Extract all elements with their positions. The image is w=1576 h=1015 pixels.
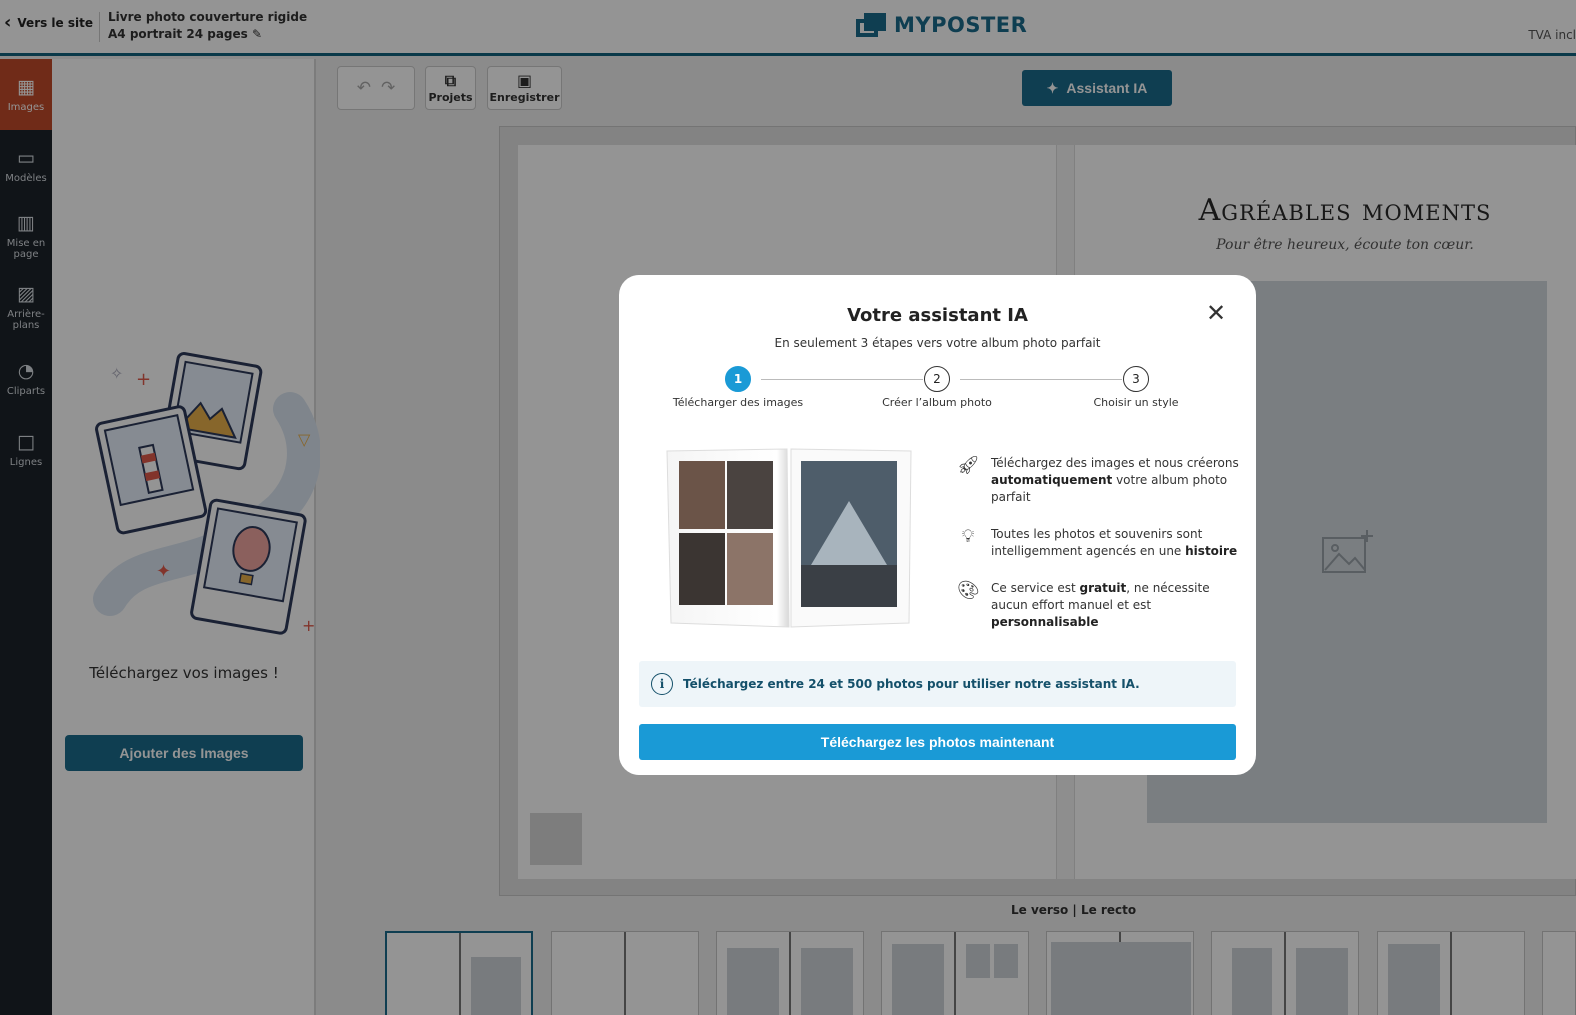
step-1-indicator: 1	[725, 366, 751, 392]
step-3-indicator: 3	[1123, 366, 1149, 392]
close-icon[interactable]: ✕	[1205, 302, 1227, 326]
step-1-label: Télécharger des images	[672, 396, 804, 409]
modal-title: Votre assistant IA	[847, 305, 1028, 326]
info-icon: i	[651, 673, 673, 695]
photo-count-info: i Téléchargez entre 24 et 500 photos pou…	[639, 661, 1236, 707]
step-2-indicator: 2	[924, 366, 950, 392]
step-2-label: Créer l’album photo	[882, 396, 992, 409]
step-connector	[960, 379, 1122, 380]
rocket-icon: 🚀︎	[957, 455, 980, 476]
feature-free: 🎨︎ Ce service est gratuit, ne nécessite …	[957, 580, 1210, 629]
step-3-label: Choisir un style	[1093, 396, 1179, 409]
lightbulb-icon: 💡︎	[961, 526, 975, 547]
ai-assistant-modal: Votre assistant IA En seulement 3 étapes…	[619, 275, 1256, 775]
palette-icon: 🎨︎	[957, 580, 980, 601]
photo-book-illustration	[666, 448, 912, 628]
feature-automatic: 🚀︎ Téléchargez des images et nous créero…	[957, 455, 1239, 504]
feature-story: 💡︎ Toutes les photos et souvenirs sont i…	[957, 526, 1247, 560]
upload-photos-now-button[interactable]: Téléchargez les photos maintenant	[639, 724, 1236, 760]
step-connector	[761, 379, 923, 380]
modal-subtitle: En seulement 3 étapes vers votre album p…	[774, 336, 1101, 350]
info-text: Téléchargez entre 24 et 500 photos pour …	[683, 677, 1140, 691]
